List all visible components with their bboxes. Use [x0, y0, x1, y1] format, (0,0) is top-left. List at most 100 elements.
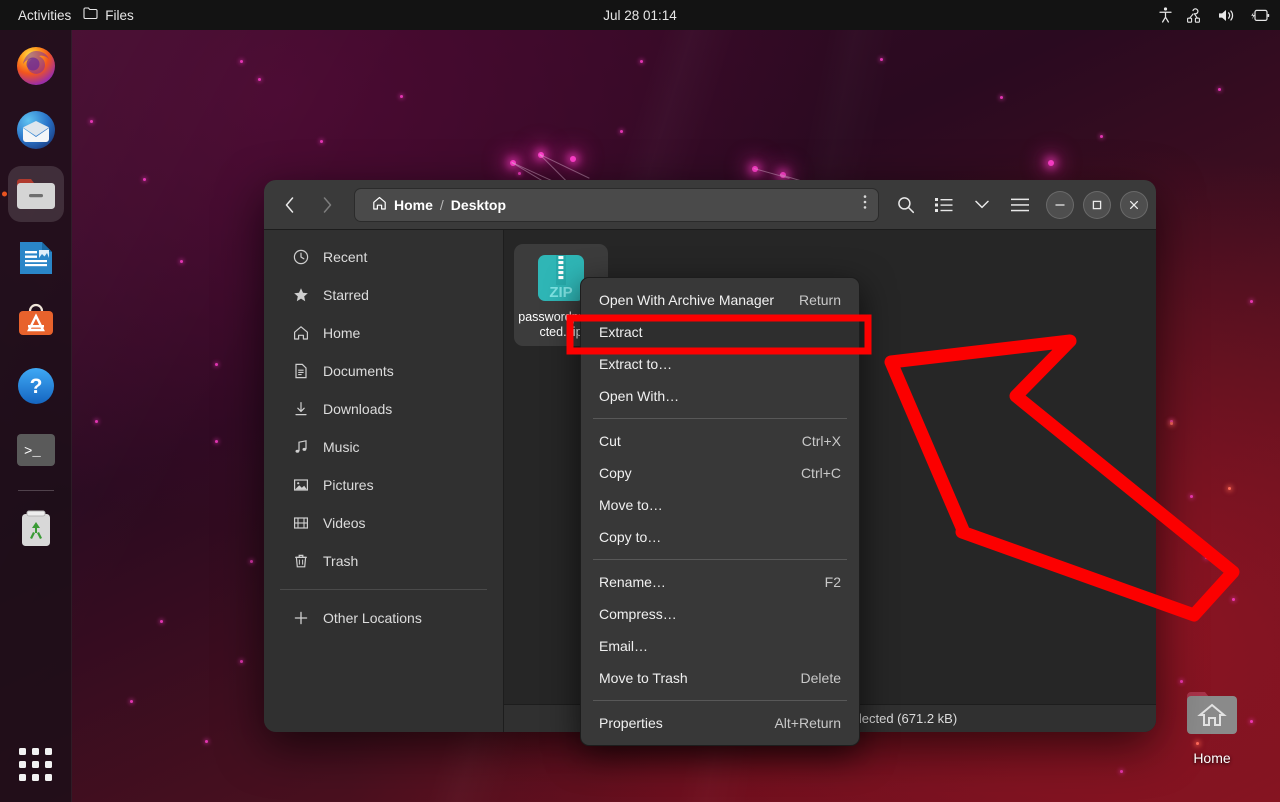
home-icon — [372, 196, 387, 213]
menu-item-copy[interactable]: Copy Ctrl+C — [581, 457, 859, 489]
sidebar-item-label: Home — [323, 325, 360, 341]
star-icon — [292, 287, 310, 303]
menu-item-rename[interactable]: Rename… F2 — [581, 566, 859, 598]
forward-button[interactable] — [310, 188, 344, 222]
sidebar-item-documents[interactable]: Documents — [272, 352, 495, 390]
menu-item-label: Cut — [599, 433, 621, 449]
download-icon — [292, 401, 310, 417]
ubuntu-software-icon — [15, 301, 57, 343]
apps-grid-dot — [19, 774, 26, 781]
show-applications-button[interactable] — [8, 736, 64, 792]
network-icon[interactable] — [1187, 8, 1204, 23]
accessibility-icon[interactable] — [1158, 7, 1173, 23]
breadcrumb-home[interactable]: Home — [365, 196, 440, 213]
sidebar-item-label: Documents — [323, 363, 394, 379]
dock-item-thunderbird[interactable] — [8, 102, 64, 158]
apps-grid-dot — [32, 761, 39, 768]
menu-item-label: Extract to… — [599, 356, 672, 372]
menu-item-open-with-archive-manager[interactable]: Open With Archive Manager Return — [581, 284, 859, 316]
sidebar-item-other-locations[interactable]: Other Locations — [272, 599, 495, 637]
view-list-button[interactable] — [927, 188, 961, 222]
image-icon — [292, 477, 310, 493]
path-options-icon[interactable] — [856, 193, 874, 216]
menu-item-label: Rename… — [599, 574, 666, 590]
dock-item-libreoffice[interactable] — [8, 230, 64, 286]
menu-item-move-to-trash[interactable]: Move to Trash Delete — [581, 662, 859, 694]
desktop-icon-home[interactable]: Home — [1166, 686, 1258, 766]
clock-area: Jul 28 01:14 — [0, 8, 1280, 23]
sidebar-item-trash[interactable]: Trash — [272, 542, 495, 580]
close-button[interactable] — [1120, 191, 1148, 219]
menu-item-extract[interactable]: Extract — [581, 316, 859, 348]
home-icon — [292, 325, 310, 341]
dock-item-ubuntu-software[interactable] — [8, 294, 64, 350]
dock-item-help[interactable]: ? — [8, 358, 64, 414]
menu-item-label: Open With… — [599, 388, 679, 404]
sidebar-item-label: Music — [323, 439, 360, 455]
minimize-button[interactable] — [1046, 191, 1074, 219]
dock-item-terminal[interactable]: >_ — [8, 422, 64, 478]
sidebar-item-label: Videos — [323, 515, 366, 531]
menu-item-label: Move to Trash — [599, 670, 688, 686]
maximize-button[interactable] — [1083, 191, 1111, 219]
menu-item-label: Compress… — [599, 606, 677, 622]
menu-item-compress[interactable]: Compress… — [581, 598, 859, 630]
dock-item-trash[interactable] — [8, 501, 64, 557]
clock-label[interactable]: Jul 28 01:14 — [603, 8, 677, 23]
back-button[interactable] — [272, 188, 306, 222]
menu-item-copy-to[interactable]: Copy to… — [581, 521, 859, 553]
sidebar-item-label: Starred — [323, 287, 369, 303]
menu-separator — [593, 559, 847, 560]
battery-icon[interactable] — [1250, 8, 1270, 23]
menu-separator — [593, 418, 847, 419]
libreoffice-writer-icon — [15, 237, 57, 279]
menu-item-label: Copy — [599, 465, 632, 481]
menu-item-accel: Ctrl+X — [780, 433, 841, 449]
apps-grid-dot — [32, 748, 39, 755]
sidebar-item-recent[interactable]: Recent — [272, 238, 495, 276]
desktop-icon-label: Home — [1193, 750, 1230, 766]
dock-item-files[interactable] — [8, 166, 64, 222]
menu-item-email[interactable]: Email… — [581, 630, 859, 662]
music-note-icon — [292, 439, 310, 455]
firefox-icon — [14, 44, 58, 88]
sidebar-item-label: Downloads — [323, 401, 392, 417]
plus-icon — [292, 610, 310, 626]
path-bar[interactable]: Home / Desktop — [354, 188, 879, 222]
files-icon — [14, 174, 58, 214]
breadcrumb-home-label: Home — [394, 197, 433, 213]
main-menu-button[interactable] — [1003, 188, 1037, 222]
trash-icon — [16, 508, 56, 550]
dock-item-firefox[interactable] — [8, 38, 64, 94]
volume-icon[interactable] — [1218, 8, 1236, 23]
sidebar-item-pictures[interactable]: Pictures — [272, 466, 495, 504]
menu-item-accel: Ctrl+C — [779, 465, 841, 481]
menu-item-properties[interactable]: Properties Alt+Return — [581, 707, 859, 739]
sidebar-item-downloads[interactable]: Downloads — [272, 390, 495, 428]
sidebar-item-label: Recent — [323, 249, 367, 265]
terminal-icon: >_ — [15, 433, 57, 467]
menu-item-label: Properties — [599, 715, 663, 731]
menu-item-accel: Delete — [779, 670, 841, 686]
sidebar-item-videos[interactable]: Videos — [272, 504, 495, 542]
app-menu-files[interactable]: Files — [83, 7, 134, 23]
activities-button[interactable]: Activities — [0, 8, 83, 23]
menu-item-extract-to[interactable]: Extract to… — [581, 348, 859, 380]
svg-text:>_: >_ — [24, 444, 41, 460]
view-dropdown-button[interactable] — [965, 188, 999, 222]
sidebar-divider — [280, 589, 487, 590]
sidebar-item-label: Trash — [323, 553, 358, 569]
menu-item-open-with[interactable]: Open With… — [581, 380, 859, 412]
menu-item-move-to[interactable]: Move to… — [581, 489, 859, 521]
document-icon — [292, 363, 310, 379]
sidebar-item-music[interactable]: Music — [272, 428, 495, 466]
menu-item-cut[interactable]: Cut Ctrl+X — [581, 425, 859, 457]
ubuntu-dock: ? >_ — [0, 30, 72, 802]
search-button[interactable] — [889, 188, 923, 222]
dock-separator — [18, 490, 54, 491]
sidebar-item-home[interactable]: Home — [272, 314, 495, 352]
menu-item-accel: Alt+Return — [752, 715, 841, 731]
sidebar-item-starred[interactable]: Starred — [272, 276, 495, 314]
breadcrumb-desktop[interactable]: Desktop — [444, 197, 513, 213]
system-status-area[interactable] — [1158, 7, 1270, 23]
